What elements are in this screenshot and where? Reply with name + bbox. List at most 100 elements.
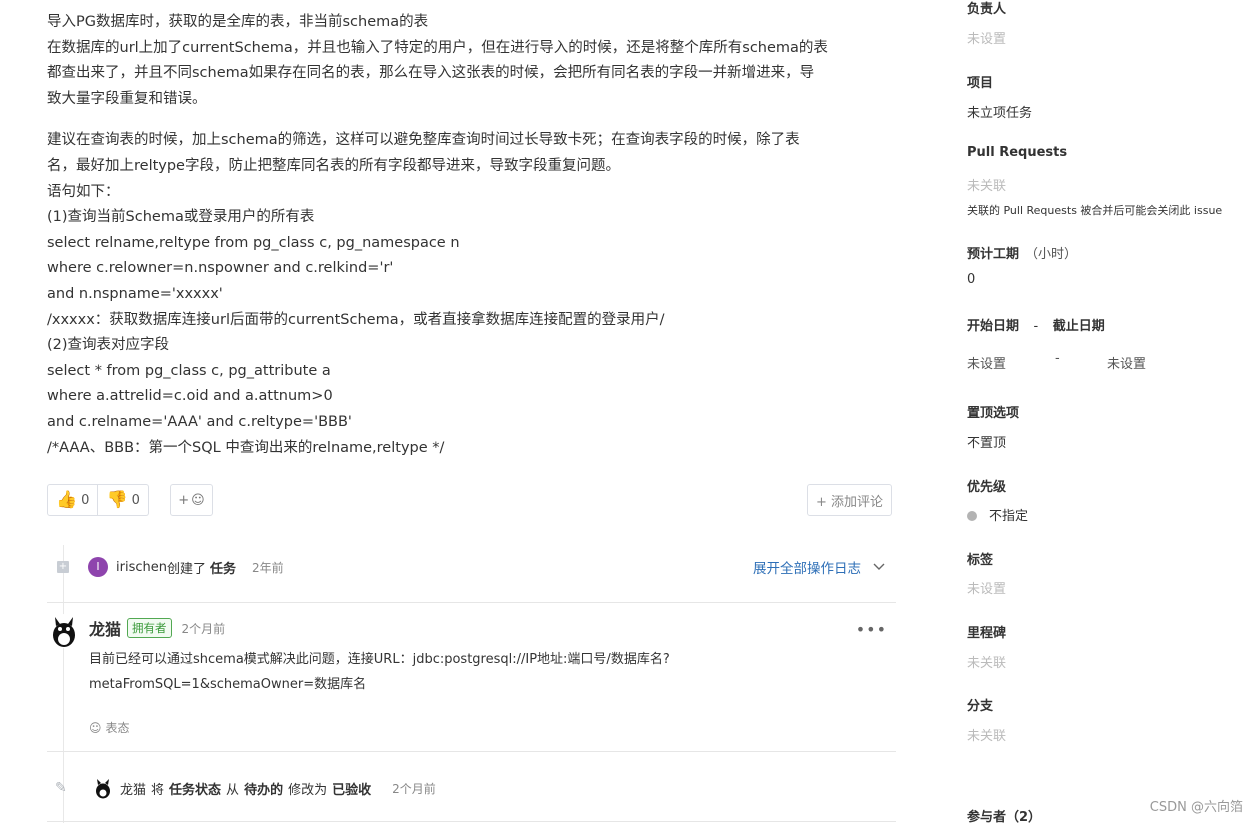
add-comment-button[interactable]: + 添加评论 [807,484,892,516]
status-from: 待办的 [244,782,284,798]
comment-react-label: 表态 [105,721,130,735]
chevron-down-icon [873,563,885,570]
issue-sidebar: 负责人 未设置 项目 未立项任务 Pull Requests 未关联 关联的 P… [967,0,1258,823]
pencil-icon: ✎ [55,780,67,796]
project-value[interactable]: 未立项任务 [967,102,1032,121]
comment-time: 2个月前 [181,621,226,636]
expand-log-button[interactable]: 展开全部操作日志 [753,555,885,579]
desc-line: 都查出来了，并且不同schema如果存在同名的表，那么在导入这张表的时候，会把所… [47,65,815,82]
more-options-icon[interactable]: ••• [856,620,887,639]
timeline-created-entry: + I irischen 创建了 任务 2年前 展开全部操作日志 [47,555,897,579]
desc-line: 名，最好加上reltype字段，防止把整库同名表的所有字段都导进来，导致字段重复… [47,157,620,174]
comment-header: 龙猫 拥有者 2个月前 [89,616,225,640]
watermark: CSDN @六向箔 [1149,800,1243,815]
expand-log-label: 展开全部操作日志 [753,561,861,577]
add-emoji-plus: + [178,492,190,508]
smiley-icon: ☺ [191,492,205,508]
estimate-label-text: 预计工期 [967,247,1020,262]
desc-line: select * from pg_class c, pg_attribute a [47,362,331,379]
created-object: 任务 [209,561,236,577]
desc-line: (2)查询表对应字段 [47,337,170,354]
priority-label: 优先级 [967,480,1007,495]
assignee-label: 负责人 [967,2,1007,17]
desc-line: /xxxxx：获取数据库连接url后面带的currentSchema，或者直接拿… [47,311,665,328]
created-action: 创建了 [166,561,206,577]
participants-label: 参与者（2） [967,810,1042,823]
project-label: 项目 [967,76,994,91]
milestone-value[interactable]: 未关联 [967,652,1006,671]
priority-value[interactable]: 不指定 [967,505,1028,524]
comment-line: 目前已经可以通过shcema模式解决此问题，连接URL：jdbc:postgre… [89,652,670,667]
comment-body: 目前已经可以通过shcema模式解决此问题，连接URL：jdbc:postgre… [89,647,670,697]
milestone-label: 里程碑 [967,626,1007,641]
status-word: 将 [151,782,165,798]
desc-line: and n.nspname='xxxxx' [47,285,223,302]
start-date-label: 开始日期 [967,319,1020,334]
priority-dot-icon [967,511,977,521]
add-emoji-button[interactable]: + ☺ [170,484,213,516]
pin-label: 置顶选项 [967,406,1020,421]
totoro-avatar-icon [53,617,75,647]
issue-main: 导入PG数据库时，获取的是全库的表，非当前schema的表 在数据库的url上加… [0,0,910,823]
thumbs-down-count: 0 [131,492,140,508]
estimate-value[interactable]: 0 [967,272,975,287]
thumbs-up-icon: 👍 [56,490,78,510]
status-field: 任务状态 [169,782,222,798]
dates-value-separator: - [1055,351,1060,366]
desc-line: 语句如下： [47,183,120,200]
owner-badge: 拥有者 [127,618,172,638]
pull-requests-value[interactable]: 未关联 [967,175,1006,194]
tags-label: 标签 [967,553,994,568]
branch-value[interactable]: 未关联 [967,725,1006,744]
estimate-unit: （小时） [1025,247,1078,262]
comment-react-button[interactable]: ☺ 表态 [89,719,130,736]
pin-value[interactable]: 不置顶 [967,432,1006,451]
comment-author[interactable]: 龙猫 [89,616,121,640]
thumbs-down-button[interactable]: 👎 0 [98,484,149,516]
desc-line: and c.relname='AAA' and c.reltype='BBB' [47,413,352,430]
thumbs-up-count: 0 [81,492,90,508]
created-user[interactable]: irischen [116,560,167,575]
desc-line: where a.attrelid=c.oid and a.attnum>0 [47,388,333,405]
status-author[interactable]: 龙猫 [120,779,146,798]
timeline-status-entry: ✎ 龙猫 将 任务状态 从 待办的 修改为 已验收 2个月前 [47,776,897,800]
desc-line: (1)查询当前Schema或登录用户的所有表 [47,209,315,226]
assignee-value[interactable]: 未设置 [967,28,1006,47]
status-word: 修改为 [288,782,328,798]
start-date-value[interactable]: 未设置 [967,353,1006,372]
thumbs-down-icon: 👎 [106,490,128,510]
avatar[interactable] [92,777,114,799]
end-date-label: 截止日期 [1052,319,1105,334]
desc-line: 导入PG数据库时，获取的是全库的表，非当前schema的表 [47,14,429,30]
desc-line: 致大量字段重复和错误。 [47,90,207,107]
issue-description: 导入PG数据库时，获取的是全库的表，非当前schema的表 在数据库的url上加… [47,10,897,461]
status-word: 从 [226,782,240,798]
desc-line: where c.relowner=n.nspowner and c.relkin… [47,260,394,277]
desc-line: /*AAA、BBB：第一个SQL 中查询出来的relname,reltype *… [47,439,445,456]
status-to: 已验收 [332,782,372,798]
thumbs-up-button[interactable]: 👍 0 [47,484,99,516]
dates-label: 开始日期 - 截止日期 [967,315,1105,334]
smiley-icon: ☺ [89,720,102,735]
estimate-label: 预计工期 （小时） [967,243,1077,262]
priority-value-text: 不指定 [989,509,1029,524]
end-date-value[interactable]: 未设置 [1107,353,1146,372]
pull-requests-label: Pull Requests [967,145,1068,160]
branch-label: 分支 [967,699,994,714]
desc-line: select relname,reltype from pg_class c, … [47,234,460,251]
comment-line: metaFromSQL=1&schemaOwner=数据库名 [89,677,367,692]
created-time: 2年前 [252,560,284,575]
reaction-group: 👍 0 👎 0 [47,484,149,516]
avatar[interactable] [47,614,81,648]
desc-line: 在数据库的url上加了currentSchema，并且也输入了特定的用户，但在进… [47,39,828,56]
tags-value[interactable]: 未设置 [967,578,1006,597]
dates-separator: - [1033,319,1039,334]
divider [47,602,896,603]
plus-square-icon: + [57,561,69,573]
pull-requests-note: 关联的 Pull Requests 被合并后可能会关闭此 issue [967,204,1223,217]
status-time: 2个月前 [392,781,436,796]
divider [47,751,896,752]
avatar[interactable]: I [88,557,108,577]
divider [47,821,896,822]
